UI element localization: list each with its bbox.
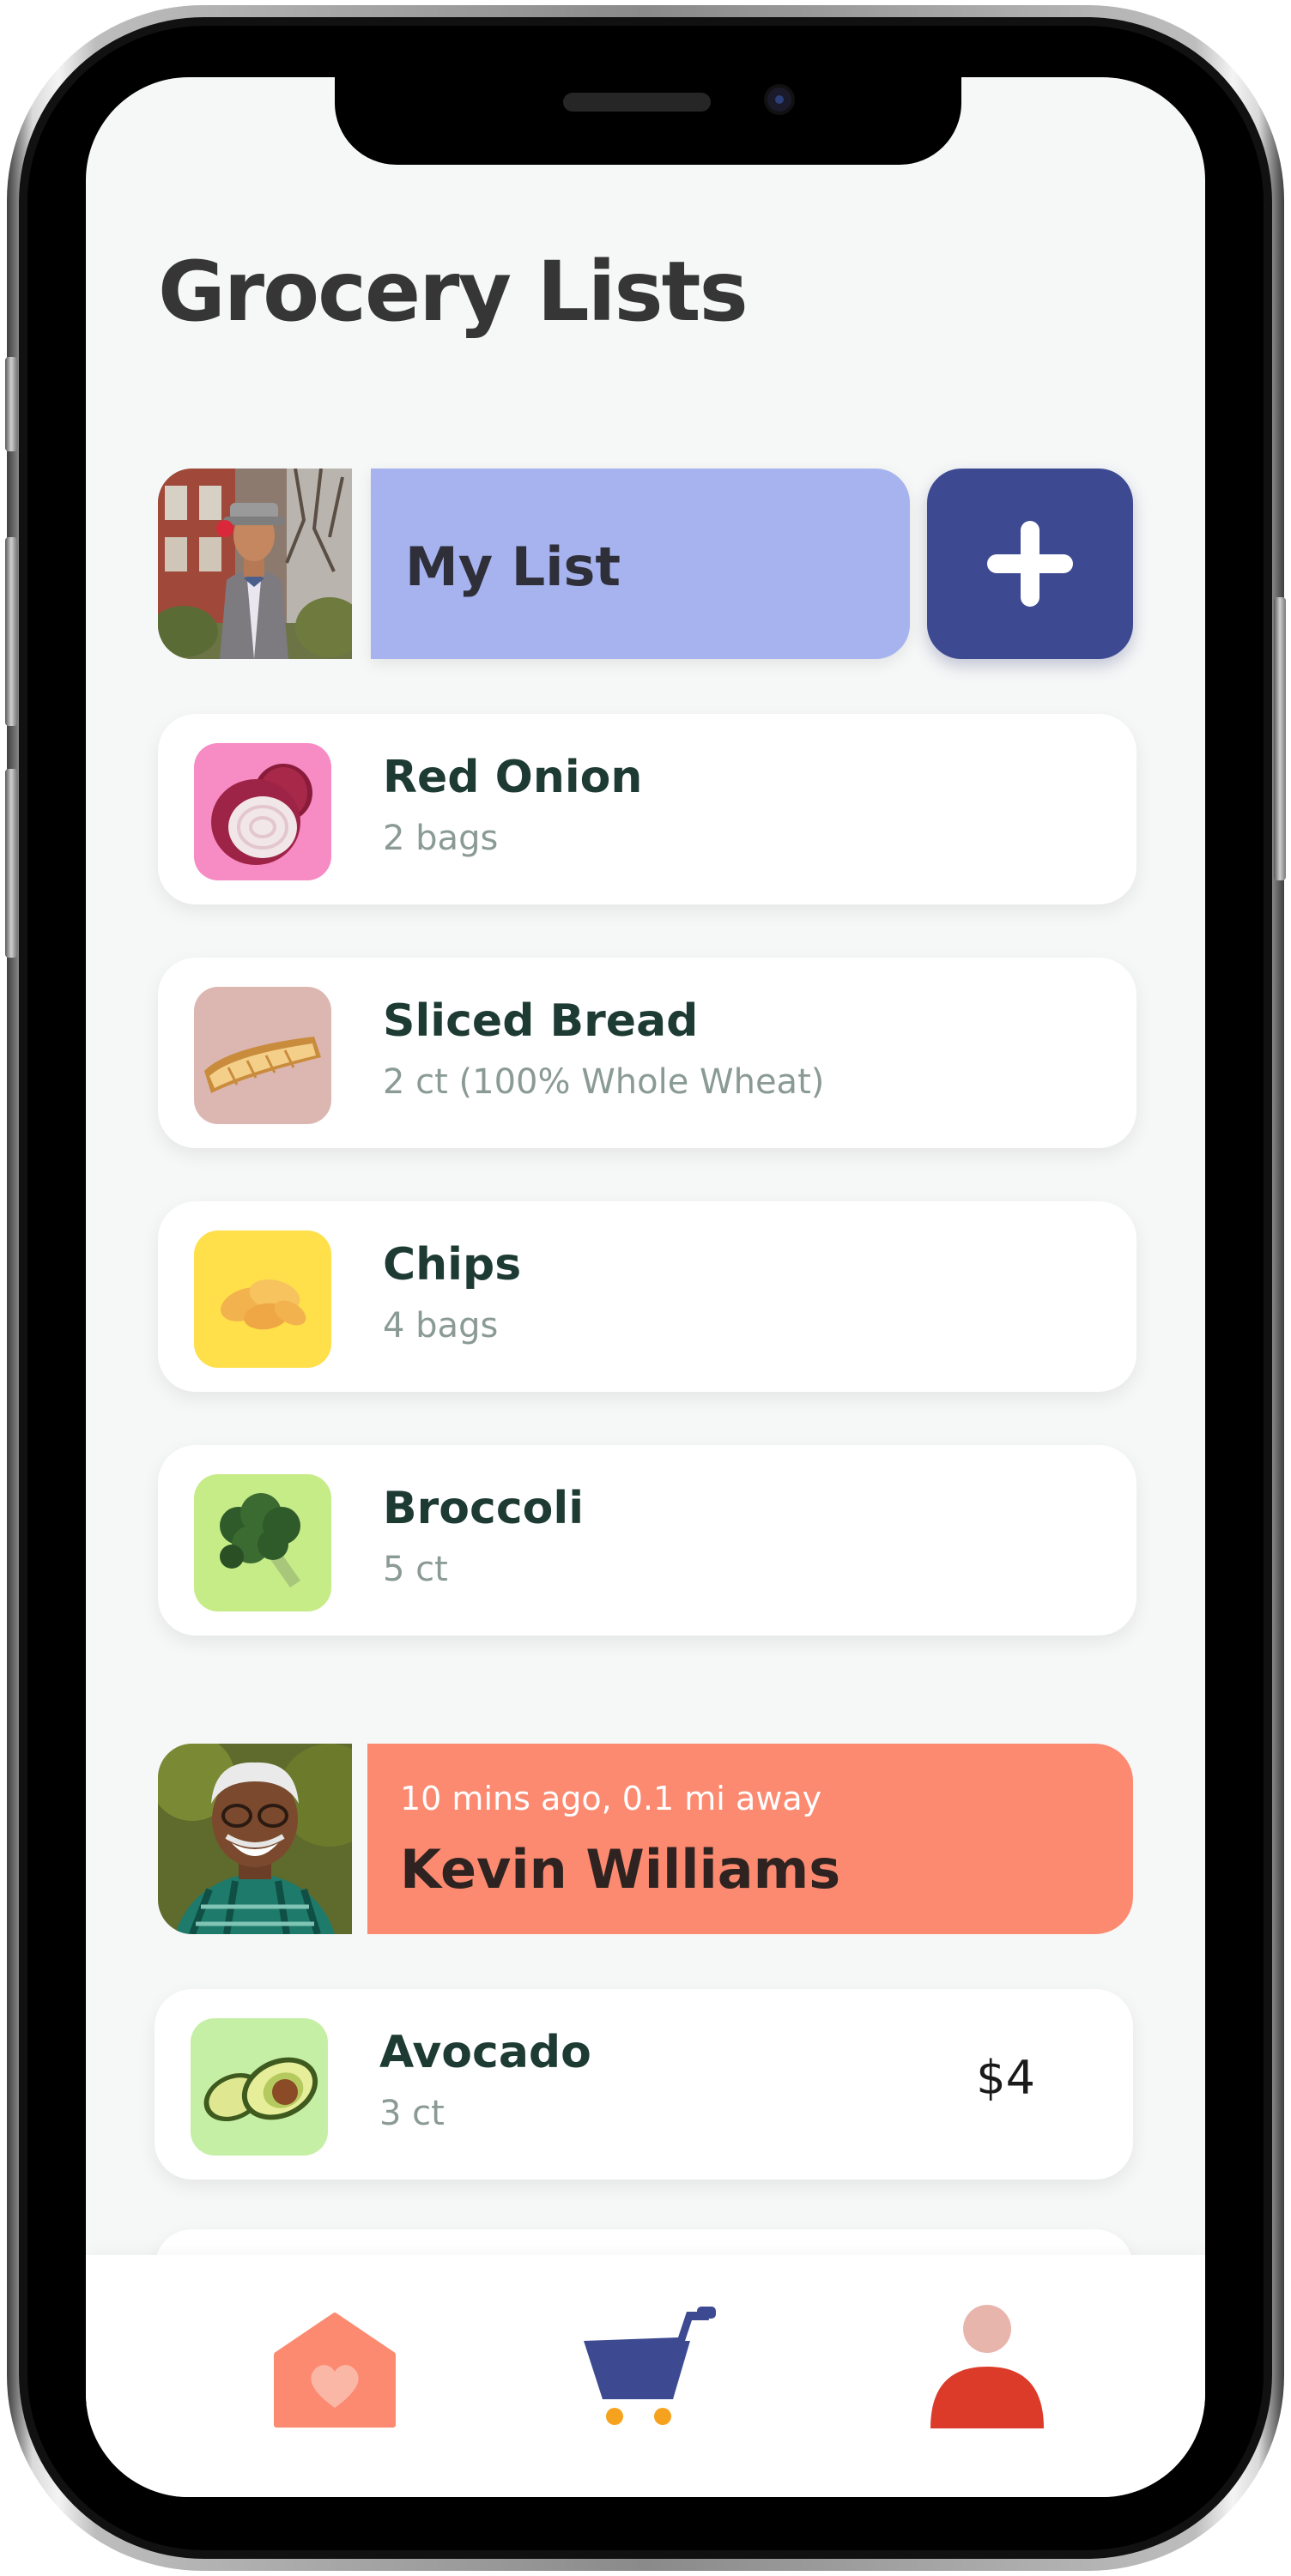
- item-quantity: 2 ct (100% Whole Wheat): [383, 1062, 825, 1102]
- side-button: [1274, 597, 1286, 880]
- list-item[interactable]: Broccoli 5 ct: [158, 1445, 1136, 1636]
- item-price: $4: [976, 2051, 1035, 2105]
- bottom-nav: [86, 2255, 1205, 2497]
- mute-switch: [5, 357, 17, 451]
- plus-icon-vertical: [1021, 521, 1039, 607]
- home-heart-icon: [274, 2313, 396, 2428]
- add-item-button[interactable]: [927, 469, 1133, 659]
- shared-list-meta: 10 mins ago, 0.1 mi away: [400, 1780, 822, 1817]
- item-name: Chips: [383, 1239, 522, 1291]
- speaker-grille: [563, 93, 711, 112]
- nav-cart[interactable]: [568, 2303, 723, 2432]
- list-item[interactable]: Sliced Bread 2 ct (100% Whole Wheat): [158, 958, 1136, 1148]
- my-list-header[interactable]: My List: [371, 469, 910, 659]
- item-quantity: 2 bags: [383, 819, 499, 858]
- front-camera: [764, 84, 795, 115]
- list-item[interactable]: Chips 4 bags: [158, 1201, 1136, 1392]
- item-name: Red Onion: [383, 752, 643, 803]
- item-quantity: 5 ct: [383, 1550, 448, 1589]
- volume-up-button: [5, 537, 17, 726]
- list-item[interactable]: Red Onion 2 bags: [158, 714, 1136, 904]
- item-quantity: 3 ct: [379, 2094, 445, 2133]
- my-list-avatar[interactable]: [158, 469, 352, 659]
- item-quantity: 4 bags: [383, 1306, 499, 1345]
- item-name: Broccoli: [383, 1483, 585, 1534]
- nav-home[interactable]: [258, 2303, 412, 2432]
- item-name: Sliced Bread: [383, 995, 699, 1047]
- sliced-bread-thumbnail: [194, 987, 331, 1124]
- shared-list-header[interactable]: 10 mins ago, 0.1 mi away Kevin Williams: [367, 1744, 1133, 1934]
- item-name: Avocado: [379, 2027, 591, 2078]
- list-title: My List: [405, 535, 621, 598]
- notch: [335, 77, 961, 165]
- cart-icon: [584, 2307, 716, 2425]
- volume-down-button: [5, 769, 17, 958]
- kevin-williams-avatar[interactable]: [158, 1744, 352, 1934]
- list-item[interactable]: Avocado 3 ct $4: [155, 1989, 1133, 2180]
- shared-list-owner: Kevin Williams: [400, 1838, 841, 1901]
- red-onion-thumbnail: [194, 743, 331, 880]
- nav-profile[interactable]: [910, 2303, 1064, 2432]
- app-screen: Grocery Lists My List Red Onion 2 bags S…: [86, 77, 1205, 2497]
- avocado-thumbnail: [191, 2018, 328, 2156]
- profile-icon: [930, 2305, 1044, 2428]
- broccoli-thumbnail: [194, 1474, 331, 1612]
- page-title: Grocery Lists: [158, 244, 749, 340]
- chips-thumbnail: [194, 1231, 331, 1368]
